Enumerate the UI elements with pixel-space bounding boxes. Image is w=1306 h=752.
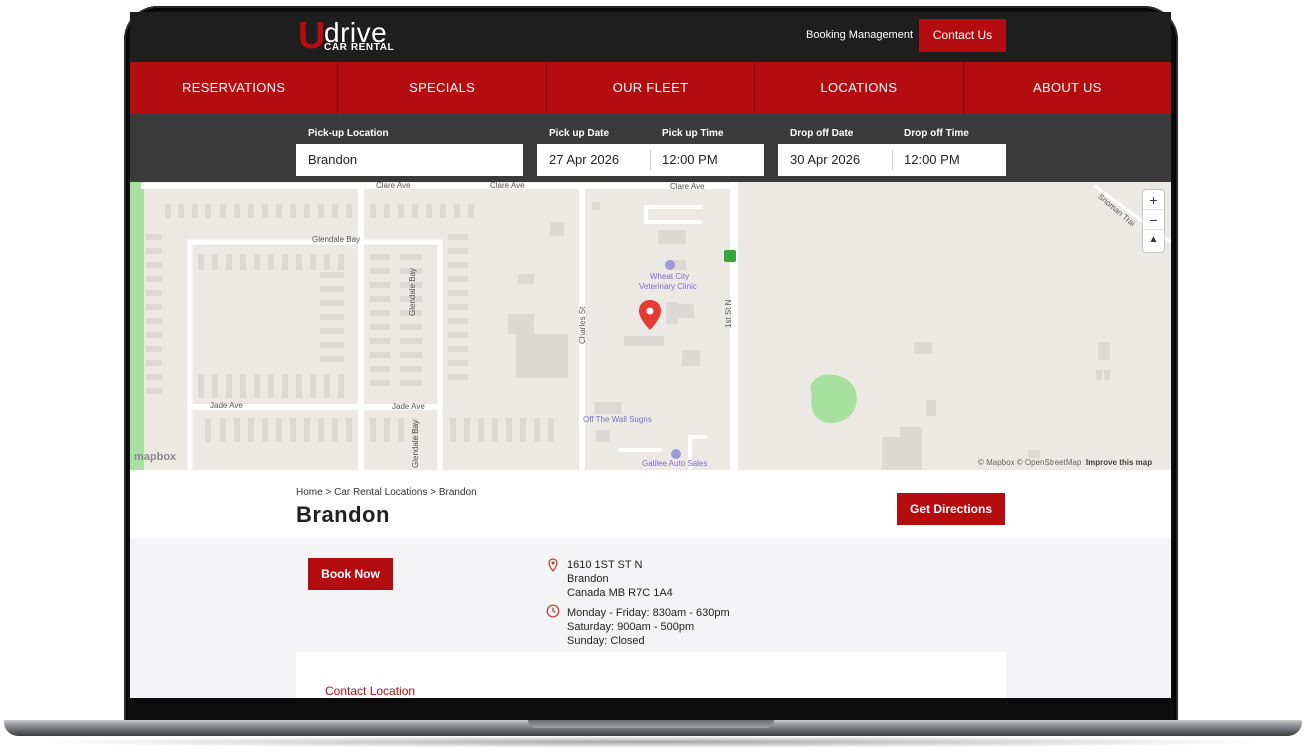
street-label: Clare Ave xyxy=(490,182,525,190)
get-directions-button[interactable]: Get Directions xyxy=(897,493,1005,525)
map-attribution: © Mapbox © OpenStreetMap Improve this ma… xyxy=(978,458,1152,468)
compass-icon[interactable]: ▲ xyxy=(1143,230,1164,250)
map-zoom-controls: + − ▲ xyxy=(1143,190,1164,252)
attribution-text[interactable]: © Mapbox © OpenStreetMap xyxy=(978,458,1081,467)
logo-subtitle: CAR RENTAL xyxy=(324,42,395,53)
breadcrumb[interactable]: Home > Car Rental Locations > Brandon xyxy=(296,487,477,499)
street-label: 1st St N xyxy=(724,299,733,328)
dropoff-date-input[interactable]: 30 Apr 2026 xyxy=(778,144,892,176)
page-title: Brandon xyxy=(296,502,390,527)
udrive-logo[interactable]: U drive CAR RENTAL xyxy=(298,16,398,56)
street-label: Clare Ave xyxy=(376,182,411,190)
booking-management-link[interactable]: Booking Management xyxy=(806,28,913,42)
poi-label: Galilee Auto Sales xyxy=(642,459,708,468)
hours-line-1: Monday - Friday: 830am - 630pm xyxy=(567,607,730,619)
main-nav: RESERVATIONS SPECIALS OUR FLEET LOCATION… xyxy=(130,62,1171,114)
street-label: Clare Ave xyxy=(670,182,705,191)
location-details: Book Now 1610 1ST ST N Brandon Canada MB… xyxy=(130,538,1171,698)
hours-line-3: Sunday: Closed xyxy=(567,635,645,647)
nav-locations[interactable]: LOCATIONS xyxy=(755,62,964,114)
pickup-location-input[interactable]: Brandon xyxy=(296,144,523,176)
nav-about-us[interactable]: ABOUT US xyxy=(964,62,1171,114)
street-label: Charles St xyxy=(578,306,587,344)
poi-label: Off The Wall Sugns xyxy=(583,415,652,424)
pickup-date-label: Pick up Date xyxy=(549,128,610,139)
screen: U drive CAR RENTAL Booking Management Co… xyxy=(130,12,1171,698)
address-line-2: Brandon xyxy=(567,573,609,585)
laptop-shadow xyxy=(30,736,1276,748)
zoom-out-button[interactable]: − xyxy=(1143,210,1164,230)
pickup-time-label: Pick up Time xyxy=(662,128,724,139)
location-header: Home > Car Rental Locations > Brandon Br… xyxy=(130,470,1171,538)
contact-card: Contact Location xyxy=(296,652,1006,698)
dropoff-time-input[interactable]: 12:00 PM xyxy=(892,144,1006,176)
address-line-3: Canada MB R7C 1A4 xyxy=(567,587,673,599)
dropoff-separator xyxy=(892,150,893,170)
map-pin-icon xyxy=(548,558,558,572)
nav-our-fleet[interactable]: OUR FLEET xyxy=(547,62,756,114)
dropoff-date-label: Drop off Date xyxy=(790,128,854,139)
street-label: Glendale Bay xyxy=(408,267,417,316)
top-header: U drive CAR RENTAL Booking Management Co… xyxy=(130,12,1171,62)
poi-label: Wheat City xyxy=(650,272,690,281)
improve-map-link[interactable]: Improve this map xyxy=(1086,458,1152,467)
pickup-date-input[interactable]: 27 Apr 2026 xyxy=(537,144,650,176)
map-canvas xyxy=(130,182,1171,470)
book-now-button[interactable]: Book Now xyxy=(308,558,393,590)
booking-search-bar: Pick-up Location Brandon Pick up Date Pi… xyxy=(130,114,1171,182)
street-label: Glendale Bay xyxy=(411,419,420,468)
zoom-in-button[interactable]: + xyxy=(1143,190,1164,210)
laptop-notch xyxy=(528,720,774,728)
contact-us-button[interactable]: Contact Us xyxy=(919,19,1006,52)
clock-icon xyxy=(546,604,560,618)
street-label: Glendale Bay xyxy=(312,235,361,244)
dropoff-time-label: Drop off Time xyxy=(904,128,969,139)
contact-location-link[interactable]: Contact Location xyxy=(325,684,415,698)
location-map[interactable]: Clare Ave Clare Ave Clare Ave Glendale B… xyxy=(130,182,1171,470)
pickup-time-input[interactable]: 12:00 PM xyxy=(650,144,764,176)
poi-label: Veterinary Clinic xyxy=(639,282,697,291)
nav-reservations[interactable]: RESERVATIONS xyxy=(130,62,339,114)
mapbox-logo[interactable]: mapbox xyxy=(134,450,176,464)
pickup-separator xyxy=(650,150,651,170)
street-label: Jade Ave xyxy=(210,401,243,410)
nav-specials[interactable]: SPECIALS xyxy=(338,62,547,114)
street-label: Jade Ave xyxy=(392,402,425,411)
laptop-mockup: U drive CAR RENTAL Booking Management Co… xyxy=(0,0,1306,752)
pickup-location-label: Pick-up Location xyxy=(308,128,389,139)
logo-letter: U xyxy=(298,15,326,57)
hours-line-2: Saturday: 900am - 500pm xyxy=(567,621,695,633)
address-line-1: 1610 1ST ST N xyxy=(567,559,643,571)
